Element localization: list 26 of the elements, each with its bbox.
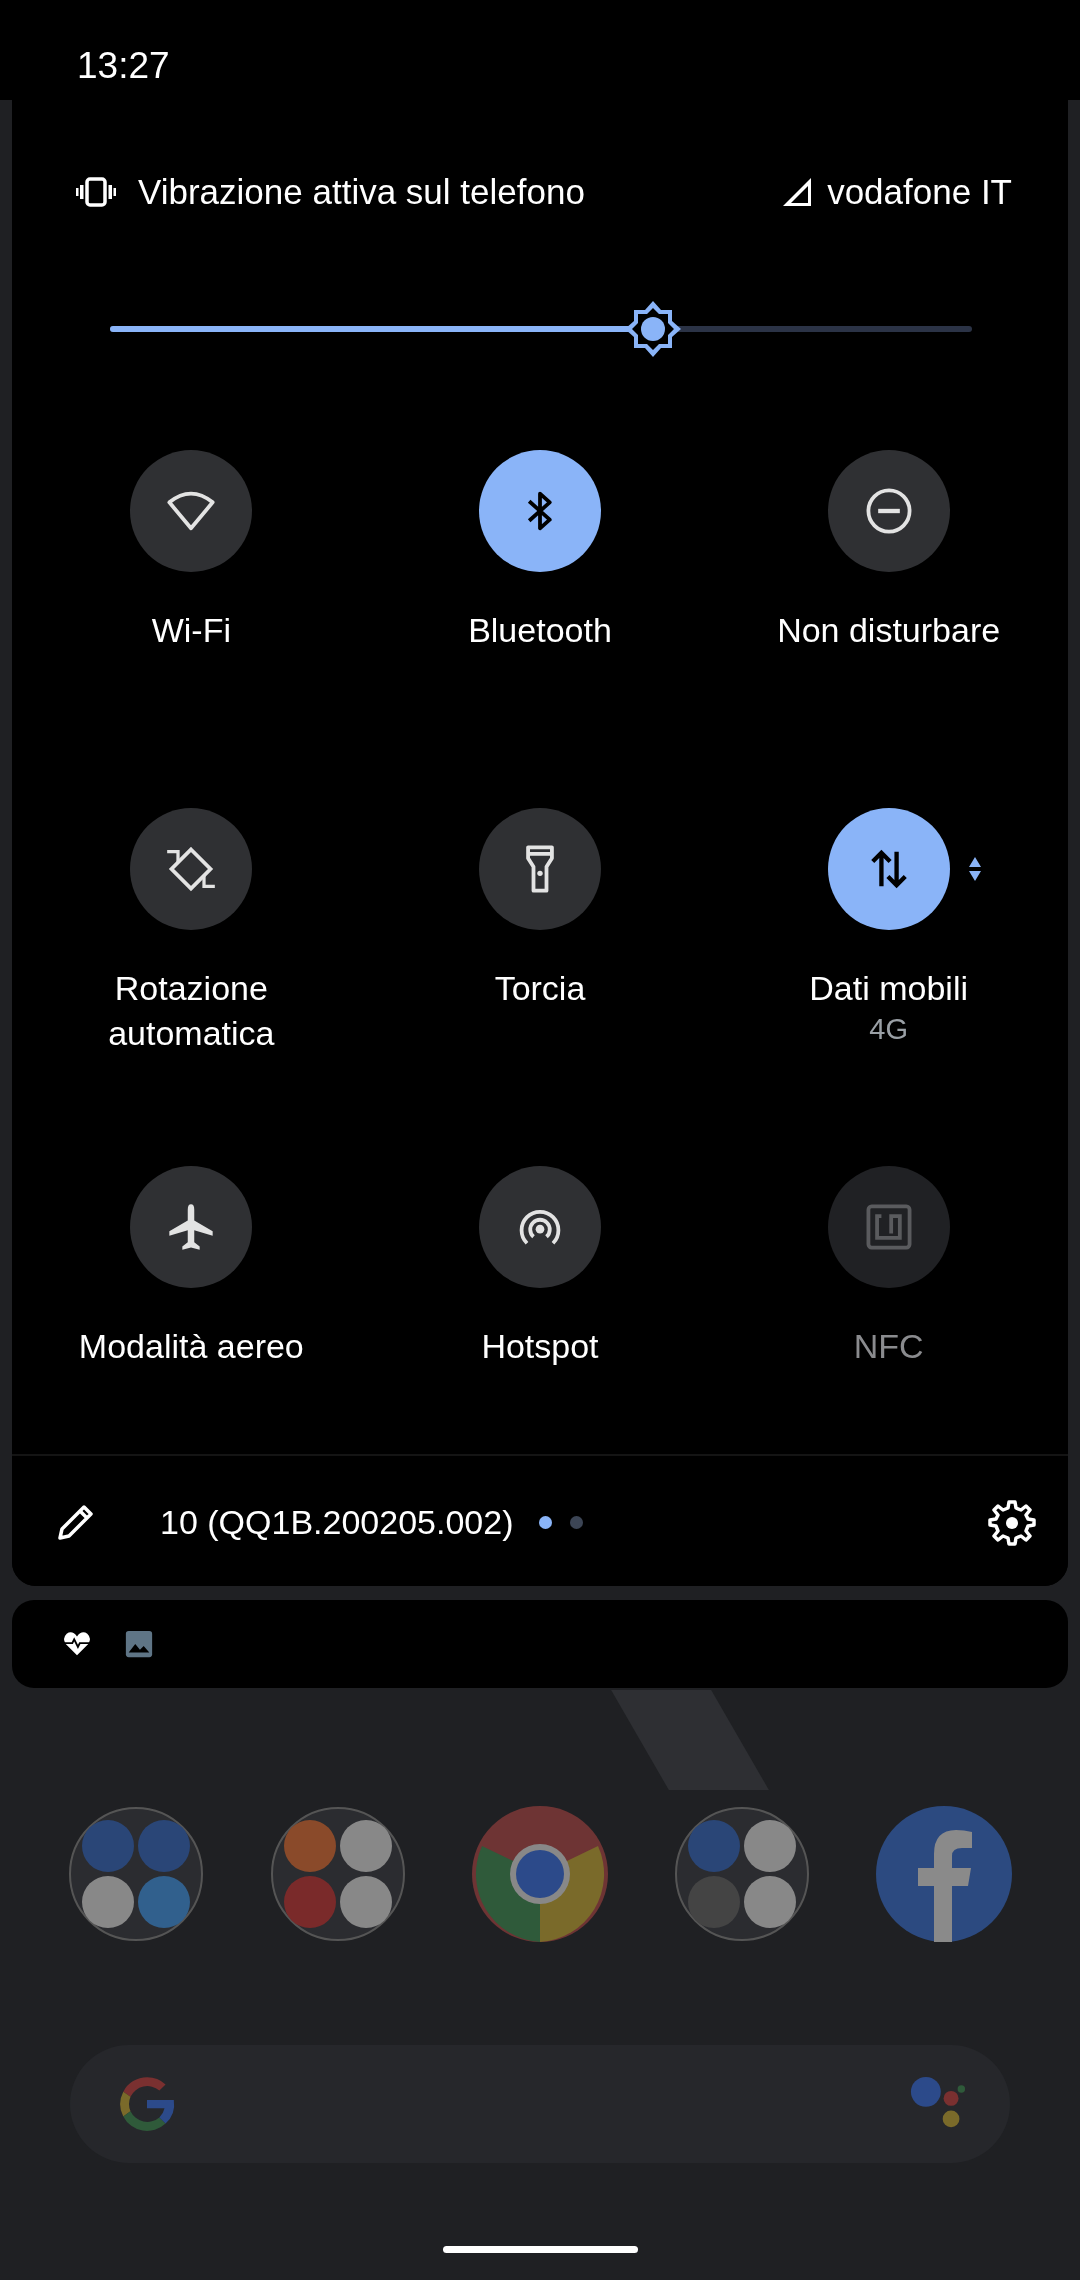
build-number: 10 (QQ1B.200205.002) [160, 1502, 514, 1542]
brightness-slider[interactable] [110, 299, 972, 359]
carrier-name: vodafone IT [827, 172, 1012, 212]
navigation-handle[interactable] [443, 2246, 638, 2253]
expand-arrows-icon[interactable] [967, 856, 982, 882]
app-folder-icon[interactable] [674, 1806, 810, 1942]
tile-label: NFC [852, 1326, 925, 1367]
tile-label: Non disturbare [776, 610, 1002, 651]
image-icon [124, 1629, 154, 1659]
app-folder-icon[interactable] [68, 1806, 204, 1942]
tile-label: Dati mobili [808, 968, 969, 1009]
tile-subtitle: 4G [869, 1013, 908, 1046]
signal-icon [781, 176, 814, 208]
tile-label: Modalità aereo [77, 1326, 305, 1367]
browser-icon[interactable] [472, 1806, 608, 1942]
social-app-icon[interactable] [876, 1806, 1012, 1942]
tile-label: Rotazione automatica [107, 968, 276, 1054]
ringer-status[interactable]: Vibrazione attiva sul telefono [138, 172, 585, 212]
clock: 13:27 [77, 45, 170, 87]
tile-label: Hotspot [480, 1326, 600, 1367]
tile-label: Torcia [493, 968, 587, 1009]
tile-label: Bluetooth [467, 610, 613, 651]
app-folder-icon[interactable] [270, 1806, 406, 1942]
settings-icon[interactable] [988, 1498, 1036, 1546]
tile-label: Wi-Fi [150, 610, 232, 651]
vibrate-icon [76, 177, 116, 207]
